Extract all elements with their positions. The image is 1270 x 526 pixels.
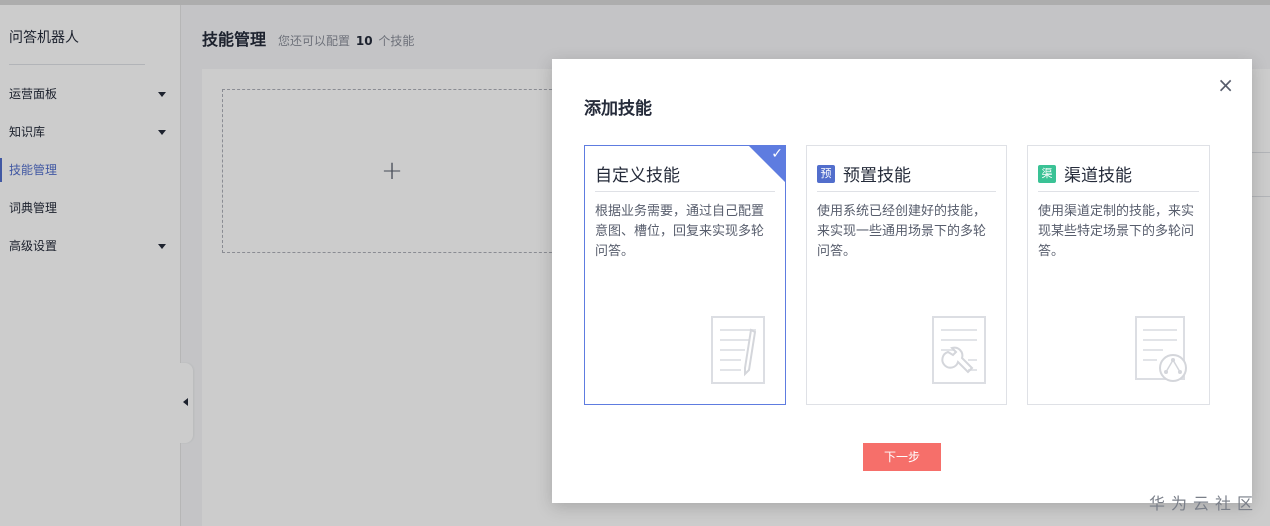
card-header: 渠 渠道技能 xyxy=(1038,156,1199,192)
preset-skill-card[interactable]: 预 预置技能 使用系统已经创建好的技能，来实现一些通用场景下的多轮问答。 xyxy=(806,145,1007,405)
channel-badge-icon: 渠 xyxy=(1038,164,1056,183)
close-icon[interactable]: × xyxy=(1217,75,1234,95)
custom-skill-card[interactable]: 自定义技能 根据业务需要，通过自己配置意图、槽位，回复来实现多轮问答。 ✓ xyxy=(584,145,786,405)
document-wrench-icon xyxy=(932,316,986,384)
checkmark-icon: ✓ xyxy=(771,146,783,162)
dialog-title: 添加技能 xyxy=(584,99,652,119)
card-title: 预置技能 xyxy=(843,166,911,186)
document-share-icon xyxy=(1135,316,1187,382)
card-description: 使用渠道定制的技能，来实现某些特定场景下的多轮问答。 xyxy=(1038,204,1195,259)
document-pen-icon xyxy=(711,316,765,384)
card-header: 预 预置技能 xyxy=(817,156,996,192)
add-skill-dialog: 添加技能 × 自定义技能 根据业务需要，通过自己配置意图、槽位，回复来实现多轮问… xyxy=(552,59,1252,503)
preset-badge-icon: 预 xyxy=(817,164,835,183)
next-button[interactable]: 下一步 xyxy=(863,443,941,471)
card-description: 使用系统已经创建好的技能，来实现一些通用场景下的多轮问答。 xyxy=(817,204,987,259)
card-title: 自定义技能 xyxy=(595,166,680,186)
card-description: 根据业务需要，通过自己配置意图、槽位，回复来实现多轮问答。 xyxy=(595,204,765,259)
card-title: 渠道技能 xyxy=(1064,166,1132,186)
channel-skill-card[interactable]: 渠 渠道技能 使用渠道定制的技能，来实现某些特定场景下的多轮问答。 xyxy=(1027,145,1210,405)
card-header: 自定义技能 xyxy=(595,156,775,192)
watermark: 华为云社区 xyxy=(1149,494,1260,513)
